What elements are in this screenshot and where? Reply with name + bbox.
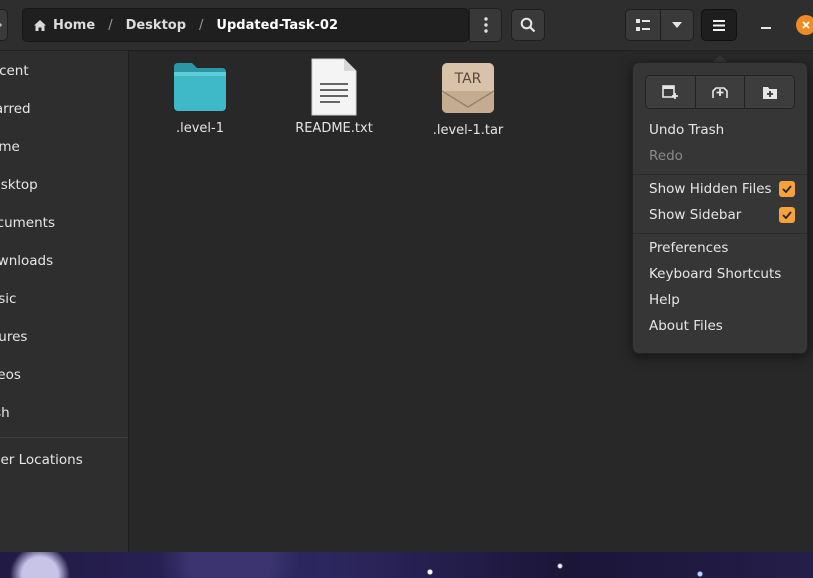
file-item-folder[interactable]: .level-1: [155, 61, 245, 151]
sidebar-item-label: Trash: [0, 405, 10, 421]
breadcrumb-current-label: Updated-Task-02: [216, 17, 339, 33]
menu-item-keyboard-shortcuts[interactable]: Keyboard Shortcuts: [649, 263, 795, 285]
menu-item-label: Help: [649, 292, 680, 308]
header-bar: Home / Desktop / Updated-Task-02: [0, 0, 813, 51]
sidebar-item-label: Downloads: [0, 253, 54, 269]
breadcrumb-home-label: Home: [53, 17, 96, 33]
hamburger-icon: [713, 19, 725, 31]
folder-icon: [174, 63, 226, 111]
new-tab-button[interactable]: [695, 76, 746, 108]
sidebar-item-trash[interactable]: Trash: [0, 395, 128, 431]
new-window-icon: [662, 85, 679, 99]
file-item-text[interactable]: README.txt: [289, 58, 379, 151]
menu-item-label: Show Hidden Files: [649, 181, 772, 197]
breadcrumb-desktop-label: Desktop: [125, 17, 187, 33]
show-hidden-files-checkbox[interactable]: [779, 181, 795, 197]
view-options-button[interactable]: [660, 9, 694, 41]
file-name: .level-1.tar: [432, 123, 504, 138]
breadcrumb-current[interactable]: Updated-Task-02: [216, 18, 338, 33]
sidebar-item-desktop[interactable]: Desktop: [0, 167, 128, 203]
breadcrumb-desktop[interactable]: Desktop: [126, 18, 186, 33]
text-file-icon: [311, 58, 357, 116]
chevron-down-icon: [672, 22, 682, 28]
list-view-icon: [636, 19, 650, 31]
vertical-dots-icon: [483, 17, 488, 33]
breadcrumb-separator: /: [108, 17, 113, 33]
sidebar-item-home[interactable]: Home: [0, 129, 128, 165]
new-folder-icon: [762, 86, 777, 99]
menu-item-undo-trash[interactable]: Undo Trash: [649, 119, 795, 141]
checkmark-icon: [782, 185, 792, 193]
sidebar-item-music[interactable]: Music: [0, 281, 128, 317]
sidebar-item-starred[interactable]: Starred: [0, 91, 128, 127]
chevron-right-icon: [0, 22, 2, 28]
new-folder-button[interactable]: [745, 76, 794, 108]
close-icon: [802, 21, 810, 29]
close-button[interactable]: [796, 15, 813, 35]
sidebar-item-other-locations[interactable]: Other Locations: [0, 442, 128, 478]
minimize-button[interactable]: [752, 12, 780, 38]
sidebar: Recent Starred Home Desktop Documents Do…: [0, 51, 129, 552]
menu-item-help[interactable]: Help: [649, 289, 795, 311]
back-button[interactable]: [0, 9, 8, 41]
menu-item-label: Show Sidebar: [649, 207, 742, 223]
file-name: README.txt: [295, 121, 373, 136]
menu-item-redo: Redo: [649, 145, 795, 167]
main-menu-popover: Undo Trash Redo Show Hidden Files Show S…: [632, 62, 808, 354]
archive-badge: TAR: [454, 71, 482, 87]
list-view-button[interactable]: [625, 9, 661, 41]
menu-item-label: Keyboard Shortcuts: [649, 266, 782, 282]
breadcrumb-separator: /: [199, 17, 204, 33]
sidebar-item-label: Videos: [0, 367, 21, 383]
sidebar-item-label: Desktop: [0, 177, 38, 193]
file-item-archive[interactable]: TAR .level-1.tar: [423, 61, 513, 151]
main-menu-button[interactable]: [701, 9, 737, 41]
sidebar-item-label: Starred: [0, 101, 31, 117]
menu-item-label: Redo: [649, 148, 683, 164]
sidebar-item-label: Music: [0, 291, 17, 307]
menu-item-preferences[interactable]: Preferences: [649, 237, 795, 259]
menu-item-label: About Files: [649, 318, 723, 334]
sidebar-item-label: Documents: [0, 215, 55, 231]
minimize-icon: [761, 27, 771, 29]
menu-divider: [633, 233, 807, 234]
sidebar-item-downloads[interactable]: Downloads: [0, 243, 128, 279]
menu-item-about-files[interactable]: About Files: [649, 315, 795, 337]
sidebar-item-documents[interactable]: Documents: [0, 205, 128, 241]
archive-icon: TAR: [441, 63, 495, 113]
sidebar-item-label: Home: [0, 139, 20, 155]
show-sidebar-checkbox[interactable]: [779, 207, 795, 223]
sidebar-divider: [0, 437, 128, 438]
new-window-button[interactable]: [646, 76, 696, 108]
menu-item-show-hidden-files[interactable]: Show Hidden Files: [649, 178, 795, 200]
breadcrumb-home[interactable]: Home: [33, 18, 95, 33]
checkmark-icon: [782, 211, 792, 219]
menu-item-label: Preferences: [649, 240, 729, 256]
path-options-button[interactable]: [469, 8, 502, 42]
search-icon: [520, 17, 536, 33]
new-tab-icon: [712, 87, 728, 98]
breadcrumb: Home / Desktop / Updated-Task-02: [22, 8, 469, 42]
home-icon: [34, 19, 46, 31]
menu-item-label: Undo Trash: [649, 122, 725, 138]
file-name: .level-1: [175, 121, 224, 136]
menu-divider: [633, 174, 807, 175]
sidebar-item-label: Pictures: [0, 329, 28, 345]
sidebar-item-videos[interactable]: Videos: [0, 357, 128, 393]
sidebar-item-pictures[interactable]: Pictures: [0, 319, 128, 355]
sidebar-item-recent[interactable]: Recent: [0, 53, 128, 89]
menu-action-buttons: [645, 75, 795, 109]
menu-item-show-sidebar[interactable]: Show Sidebar: [649, 204, 795, 226]
search-button[interactable]: [511, 9, 545, 41]
sidebar-item-label: Recent: [0, 63, 29, 79]
sidebar-item-label: Other Locations: [0, 452, 83, 468]
